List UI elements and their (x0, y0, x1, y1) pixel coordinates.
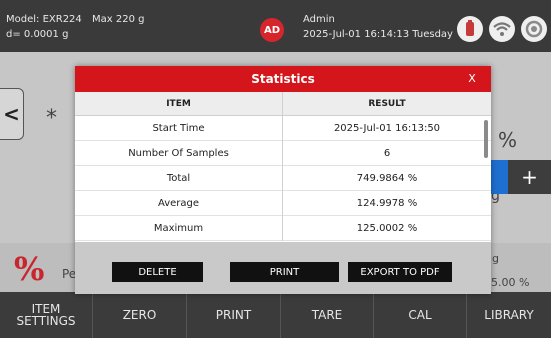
percent-unit: % (498, 128, 518, 152)
item-settings-button[interactable]: ITEM SETTINGS (0, 292, 93, 338)
row-item: Number Of Samples (75, 141, 283, 166)
table-row: Start Time 2025-Jul-01 16:13:50 (75, 116, 491, 141)
export-pdf-button[interactable]: EXPORT TO PDF (348, 262, 452, 282)
table-scrollbar[interactable] (484, 120, 488, 158)
row-item: Total (75, 166, 283, 191)
row-item: Average (75, 191, 283, 216)
division-label: d= 0.0001 g (6, 29, 69, 40)
print-nav-label: PRINT (215, 308, 252, 322)
max-capacity-label: Max 220 g (92, 14, 145, 25)
plus-icon: + (521, 165, 538, 189)
chevron-left-icon: < (3, 102, 20, 126)
table-row: Maximum 125.0002 % (75, 216, 491, 241)
bottom-unit-label: g (492, 252, 499, 265)
library-label: LIBRARY (484, 308, 534, 322)
table-row: Total 749.9864 % (75, 166, 491, 191)
row-result: 124.9978 % (356, 198, 418, 209)
selected-indicator (488, 160, 508, 194)
row-item: Maximum (75, 216, 283, 241)
cal-label: CAL (408, 308, 432, 322)
row-result: 6 (383, 148, 391, 159)
delete-button[interactable]: DELETE (112, 262, 203, 282)
top-status-bar: Model: EXR224 Max 220 g d= 0.0001 g AD A… (0, 0, 551, 52)
column-header-result: RESULT (368, 99, 406, 109)
table-header: ITEM RESULT (75, 92, 491, 116)
bottom-value-label: 5.00 % (491, 276, 530, 289)
statistics-table[interactable]: ITEM RESULT Start Time 2025-Jul-01 16:13… (75, 92, 491, 242)
cal-button[interactable]: CAL (374, 292, 467, 338)
zero-label: ZERO (122, 308, 157, 322)
bottom-navigation: ITEM SETTINGS ZERO PRINT TARE CAL LIBRAR… (0, 292, 551, 338)
tare-label: TARE (311, 308, 343, 322)
wifi-icon[interactable] (489, 16, 515, 42)
table-row: Number Of Samples 6 (75, 141, 491, 166)
row-result: 125.0002 % (356, 223, 418, 234)
library-button[interactable]: LIBRARY (467, 292, 551, 338)
settings-icon[interactable] (521, 16, 547, 42)
item-settings-line2: SETTINGS (16, 314, 76, 328)
print-button[interactable]: PRINT (230, 262, 339, 282)
model-label: Model: EXR224 (6, 14, 82, 25)
side-panel-toggle[interactable]: < (0, 88, 24, 140)
dialog-actions: DELETE PRINT EXPORT TO PDF (75, 242, 491, 294)
asterisk-indicator: * (46, 106, 57, 131)
column-header-item: ITEM (75, 92, 283, 116)
close-button[interactable]: X (465, 72, 479, 85)
usb-icon[interactable] (457, 16, 483, 42)
user-avatar[interactable]: AD (260, 18, 284, 42)
percent-mode-icon: % (14, 250, 45, 288)
print-nav-button[interactable]: PRINT (187, 292, 281, 338)
row-result: 749.9864 % (356, 173, 418, 184)
row-item: Start Time (75, 116, 283, 141)
tare-button[interactable]: TARE (281, 292, 374, 338)
statistics-dialog: Statistics X ITEM RESULT Start Time 2025… (75, 66, 491, 294)
datetime-label: 2025-Jul-01 16:14:13 Tuesday (303, 29, 453, 40)
zero-button[interactable]: ZERO (93, 292, 187, 338)
user-name: Admin (303, 14, 335, 25)
plus-button[interactable]: + (508, 160, 551, 194)
table-row: Average 124.9978 % (75, 191, 491, 216)
dialog-header: Statistics X (75, 66, 491, 92)
avatar-initials: AD (263, 24, 281, 36)
dialog-title: Statistics (251, 72, 315, 86)
row-result: 2025-Jul-01 16:13:50 (333, 123, 441, 134)
